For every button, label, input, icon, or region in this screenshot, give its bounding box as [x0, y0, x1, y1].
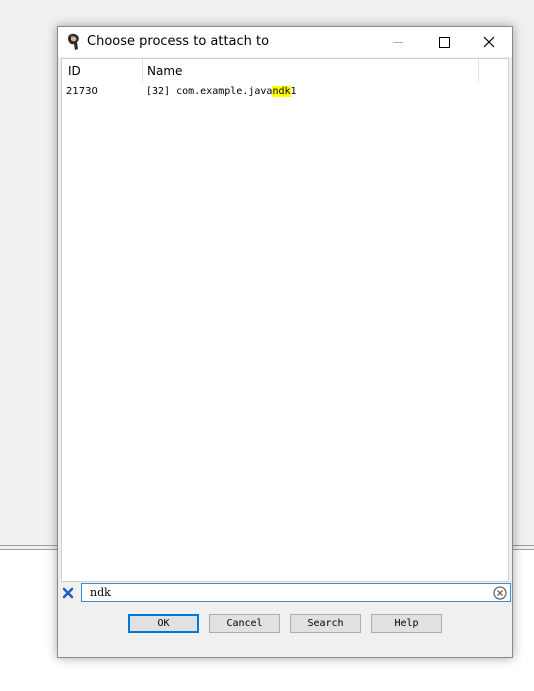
- table-row[interactable]: 21730 [32] com.example.javandk1: [62, 85, 508, 101]
- blue-x-icon[interactable]: [61, 586, 75, 600]
- title-bar[interactable]: Choose process to attach to: [58, 27, 512, 57]
- cancel-button[interactable]: Cancel: [209, 614, 280, 633]
- android-studio-icon: [68, 33, 79, 50]
- process-name-prefix: [32] com.example.java: [146, 86, 273, 97]
- dialog-title: Choose process to attach to: [87, 34, 270, 49]
- filter-input[interactable]: ndk: [81, 583, 511, 602]
- maximize-icon: [438, 36, 450, 48]
- maximize-button[interactable]: [421, 27, 467, 57]
- column-divider[interactable]: [478, 59, 479, 83]
- minimize-button[interactable]: [375, 27, 421, 57]
- close-button[interactable]: [466, 27, 512, 57]
- search-button[interactable]: Search: [290, 614, 361, 633]
- table-header: ID Name: [62, 59, 508, 83]
- process-name-cell: [32] com.example.javandk1: [146, 86, 297, 97]
- column-header-name[interactable]: Name: [147, 64, 182, 78]
- column-header-id[interactable]: ID: [68, 64, 81, 78]
- process-id-cell: 21730: [66, 86, 98, 97]
- filter-bar: ndk: [58, 583, 512, 603]
- column-divider[interactable]: [142, 59, 143, 83]
- process-list[interactable]: ID Name 21730 [32] com.example.javandk1: [61, 58, 509, 582]
- help-button[interactable]: Help: [371, 614, 442, 633]
- circle-x-icon[interactable]: [493, 586, 507, 600]
- ok-button[interactable]: OK: [128, 614, 199, 633]
- process-name-match-highlight: ndk: [272, 86, 291, 97]
- minimize-icon: [393, 41, 403, 43]
- process-name-suffix: 1: [290, 86, 297, 97]
- close-icon: [483, 36, 495, 48]
- attach-process-dialog: Choose process to attach to ID Name 2173…: [57, 26, 513, 658]
- filter-input-value: ndk: [90, 586, 111, 599]
